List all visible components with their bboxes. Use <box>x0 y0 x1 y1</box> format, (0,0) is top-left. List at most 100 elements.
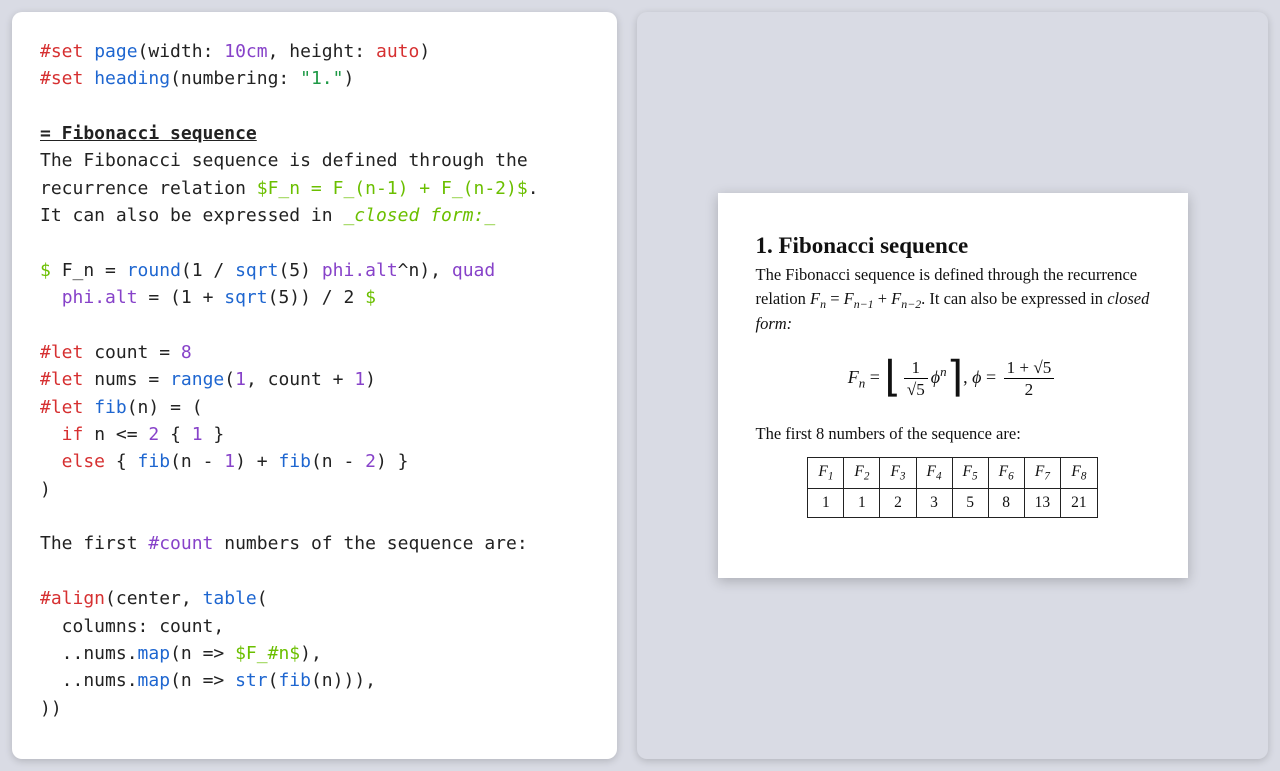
literal-2: 2 <box>365 451 376 472</box>
kw-set: #set <box>40 41 83 62</box>
kw-let: #let <box>40 397 83 418</box>
table-cell: F8 <box>1061 458 1098 489</box>
text: = <box>981 367 1000 387</box>
kw-if: if <box>40 424 83 445</box>
floor-left-icon: ⌊ <box>884 352 901 402</box>
markup-heading: = Fibonacci sequence <box>40 123 257 144</box>
code-text: } <box>203 424 225 445</box>
code-text: (n) = ( <box>127 397 203 418</box>
table-cell: 5 <box>952 488 988 517</box>
code-text: (n => <box>170 670 235 691</box>
code-text: ) + <box>235 451 278 472</box>
code-text: ..nums. <box>40 670 138 691</box>
code-text: (width: <box>138 41 225 62</box>
literal-1: 1 <box>224 451 235 472</box>
sym-phi: phi.alt <box>62 287 138 308</box>
fn-round: round <box>127 260 181 281</box>
text: . It can also be expressed in <box>921 289 1107 308</box>
var-nums: nums <box>83 369 137 390</box>
code-text: The first <box>40 533 148 554</box>
phi-symbol: ϕ <box>931 367 940 387</box>
code-text: The Fibonacci sequence is defined throug… <box>40 150 528 171</box>
sym-quad: quad <box>452 260 495 281</box>
math-F: F <box>891 289 901 308</box>
emphasis: _closed form:_ <box>343 205 495 226</box>
fn-align: #align <box>40 588 105 609</box>
code-text: (n - <box>311 451 365 472</box>
page-title: 1. Fibonacci sequence <box>756 233 1150 259</box>
fn-fib: fib <box>278 670 311 691</box>
code-text: (5)) / 2 <box>268 287 366 308</box>
code-text: , height: <box>268 41 376 62</box>
table-cell: 21 <box>1061 488 1098 517</box>
code-text: . <box>528 178 539 199</box>
fn-map: map <box>138 643 171 664</box>
table-cell: F1 <box>808 458 844 489</box>
fn-table: table <box>203 588 257 609</box>
fn-page: page <box>83 41 137 62</box>
kw-else: else <box>40 451 105 472</box>
code-text: ) <box>365 369 376 390</box>
display-formula: Fn = ⌊1√5ϕn⌉, ϕ = 1 + √52 <box>756 354 1150 404</box>
kw-set: #set <box>40 68 83 89</box>
code-editor-pane[interactable]: #set page(width: 10cm, height: auto) #se… <box>12 12 617 759</box>
literal-1: 1 <box>354 369 365 390</box>
denominator: √5 <box>904 378 928 400</box>
table-cell: F7 <box>1024 458 1061 489</box>
literal-8: 8 <box>181 342 192 363</box>
fraction: 1√5 <box>904 358 928 400</box>
table-cell: 1 <box>808 488 844 517</box>
text: + <box>874 289 892 308</box>
code-text: ^n), <box>398 260 452 281</box>
code-text: ), <box>300 643 322 664</box>
fibonacci-table: F1 F2 F3 F4 F5 F6 F7 F8 1 1 2 3 5 8 13 <box>807 457 1097 518</box>
math-sub: n−2 <box>901 296 921 310</box>
literal-10cm: 10cm <box>224 41 267 62</box>
denominator: 2 <box>1004 378 1055 400</box>
code-text: ( <box>224 369 235 390</box>
inline-math: $F_n = F_(n-1) + F_(n-2)$ <box>257 178 528 199</box>
code-text: (center, <box>105 588 203 609</box>
table-cell: 1 <box>844 488 880 517</box>
code-text: ) <box>419 41 430 62</box>
fn-str: str <box>235 670 268 691</box>
code-text: ) <box>40 479 51 500</box>
text: = <box>865 367 884 387</box>
math-F: F <box>848 367 859 387</box>
table-cell: 13 <box>1024 488 1061 517</box>
code-text: ( <box>257 588 268 609</box>
preview-pane: 1. Fibonacci sequence The Fibonacci sequ… <box>637 12 1268 759</box>
code-text: = (1 + <box>138 287 225 308</box>
code-text: ..nums. <box>40 643 138 664</box>
code-text: (5) <box>278 260 321 281</box>
code-text: (n - <box>170 451 224 472</box>
table-cell: F5 <box>952 458 988 489</box>
table-cell: 3 <box>916 488 952 517</box>
code-text: (numbering: <box>170 68 300 89</box>
code-text: = <box>138 369 171 390</box>
code-text: columns: count, <box>40 616 224 637</box>
intro-paragraph: The Fibonacci sequence is defined throug… <box>756 263 1150 336</box>
code-text: F_n <box>62 260 95 281</box>
code-text: = <box>94 260 127 281</box>
code-text: , count + <box>246 369 354 390</box>
table-cell: 8 <box>988 488 1024 517</box>
code-text: It can also be expressed in <box>40 205 343 226</box>
table-cell: F6 <box>988 458 1024 489</box>
code-text: (n))), <box>311 670 376 691</box>
fn-fib-def: fib <box>83 397 126 418</box>
math-open: $ <box>40 260 62 281</box>
literal-1: 1 <box>192 424 203 445</box>
math-F: F <box>810 289 820 308</box>
kw-let: #let <box>40 342 83 363</box>
fn-fib: fib <box>278 451 311 472</box>
table-cell: F4 <box>916 458 952 489</box>
fn-heading: heading <box>83 68 170 89</box>
code-text: ) <box>343 68 354 89</box>
table-intro: The first 8 numbers of the sequence are: <box>756 422 1150 445</box>
code-text: ( <box>268 670 279 691</box>
code-text: n <= <box>83 424 148 445</box>
code-text: { <box>105 451 138 472</box>
math-F: F <box>844 289 854 308</box>
code-text: (n => <box>170 643 235 664</box>
